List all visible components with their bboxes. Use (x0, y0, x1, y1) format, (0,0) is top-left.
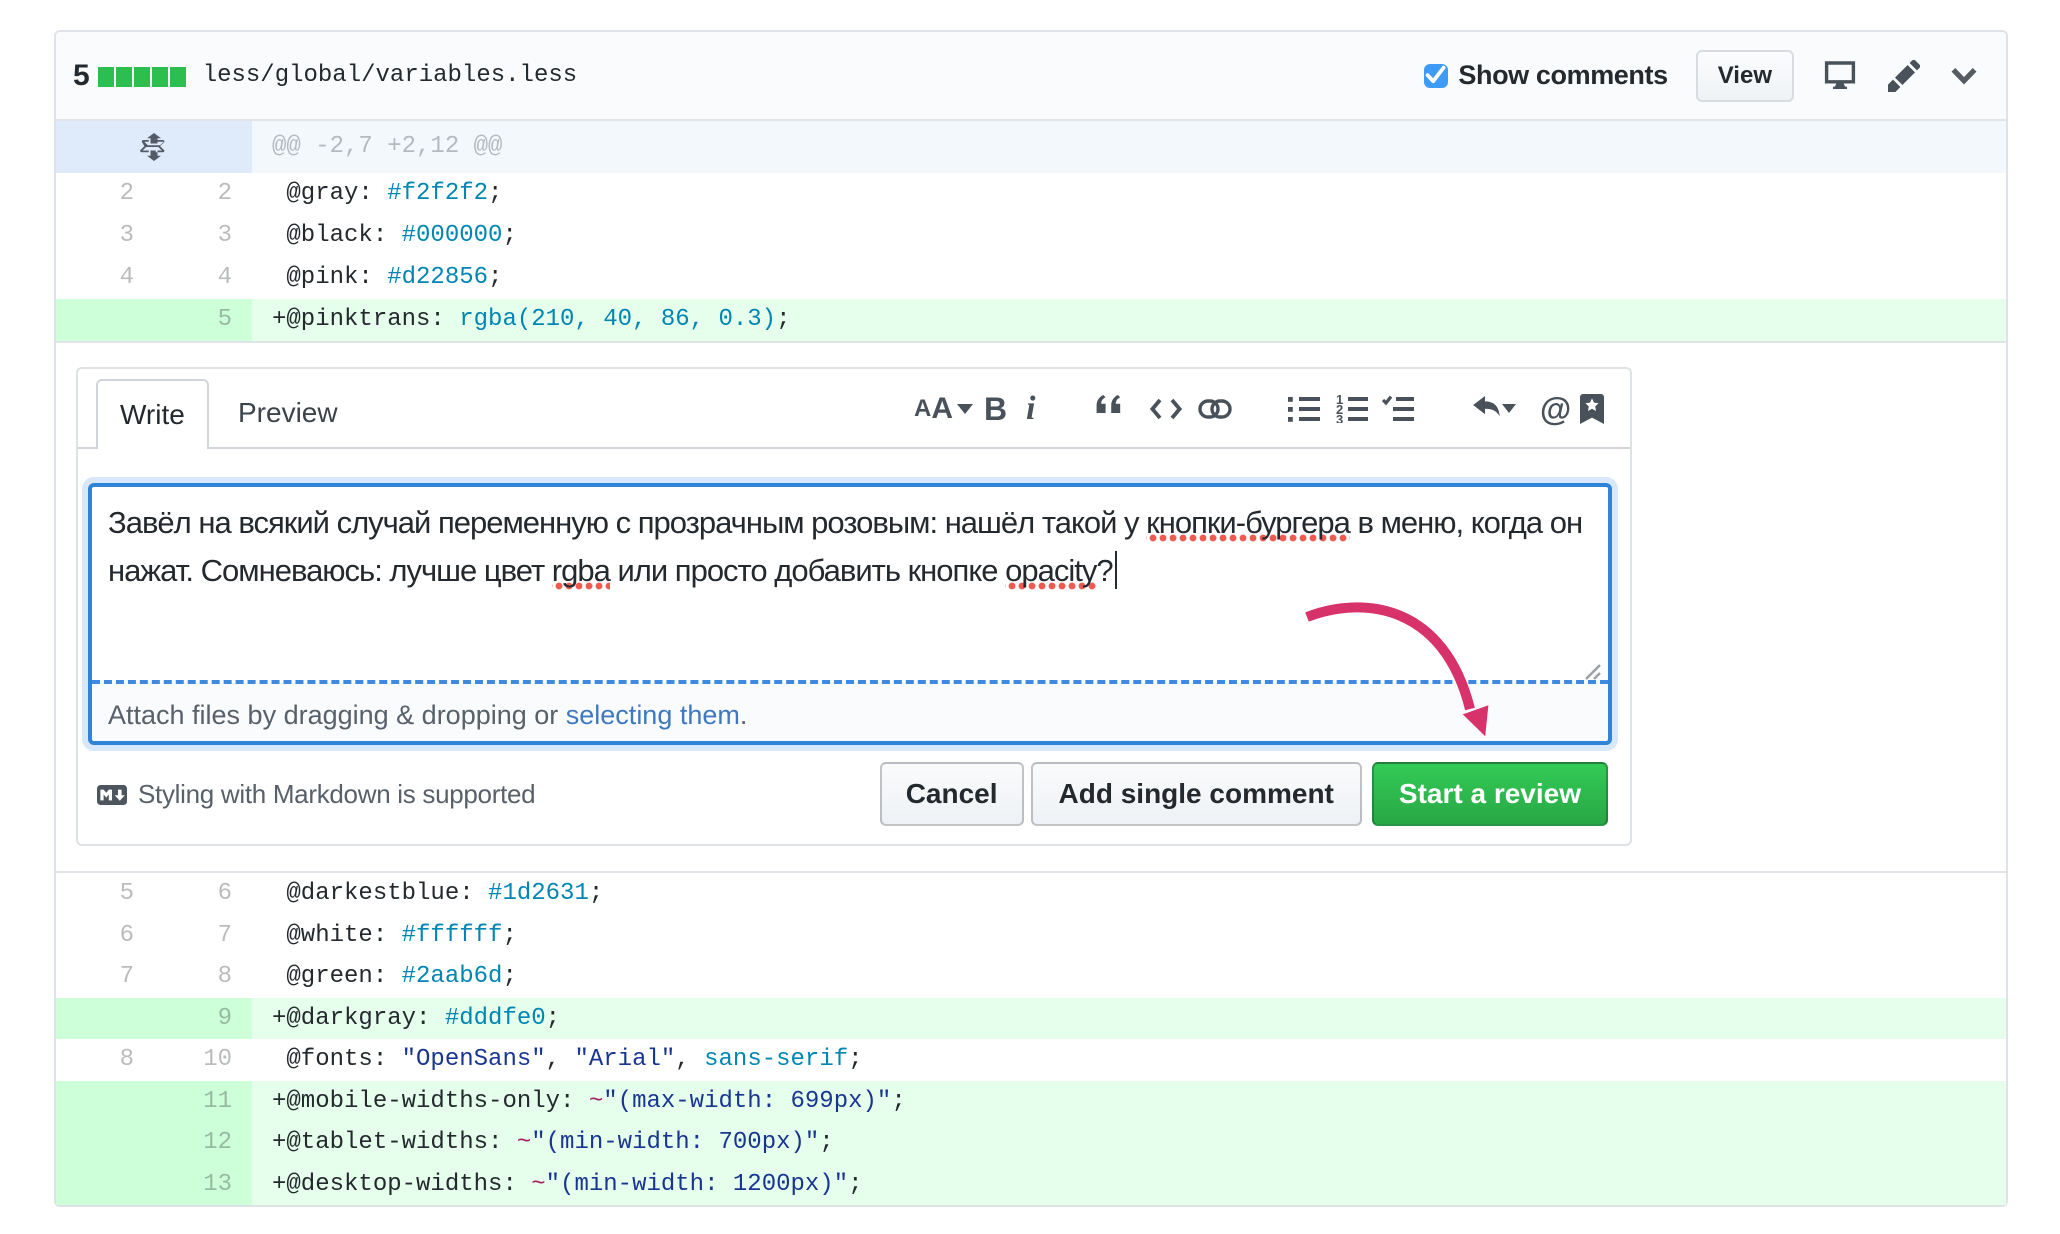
svg-text:3: 3 (1336, 412, 1343, 423)
